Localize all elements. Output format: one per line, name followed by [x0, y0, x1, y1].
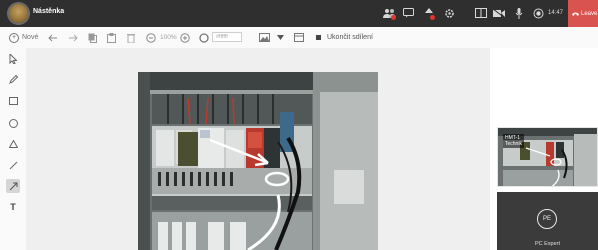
- participants-badge: [391, 15, 396, 20]
- zoom-out-icon[interactable]: [146, 31, 156, 44]
- pencil-tool-icon[interactable]: [6, 72, 20, 86]
- settings-icon[interactable]: [442, 6, 456, 20]
- zoom-level: 100%: [160, 34, 177, 41]
- microphone-icon[interactable]: [512, 6, 526, 20]
- phone-icon: [572, 12, 579, 16]
- clock-time: 14:47: [548, 10, 564, 16]
- new-button[interactable]: + Nové: [9, 31, 38, 44]
- select-tool-icon[interactable]: [6, 52, 20, 66]
- tool-palette: T: [0, 48, 27, 250]
- expert-name-label: PC Expert: [534, 241, 561, 247]
- delete-icon[interactable]: [127, 31, 135, 44]
- paste-icon[interactable]: [107, 31, 116, 44]
- rectangle-tool-icon[interactable]: [6, 94, 20, 108]
- line-tool-icon[interactable]: [6, 158, 20, 172]
- screenshot-icon[interactable]: [294, 31, 304, 44]
- image-icon[interactable]: [259, 31, 270, 44]
- end-share-button[interactable]: Ukončit sdílení: [316, 31, 373, 44]
- stroke-width-icon[interactable]: [199, 31, 209, 44]
- technik-name-label: HMT-1 Technik: [503, 134, 524, 148]
- arrow-tool-icon[interactable]: [6, 179, 20, 193]
- whiteboard-toolbar: + Nové 100% #ffffff Ukončit sdílení: [0, 27, 598, 49]
- leave-label: Leave: [581, 10, 598, 17]
- technik-role: Technik: [505, 141, 522, 147]
- redo-icon[interactable]: [68, 31, 78, 44]
- expert-avatar: PE: [537, 209, 557, 229]
- leave-button[interactable]: Leave: [568, 0, 598, 27]
- ellipse-tool-icon[interactable]: [6, 116, 20, 130]
- title-bar: Nástěnka 14:47 Leave: [0, 0, 598, 27]
- dropdown-arrow-icon[interactable]: [277, 31, 284, 44]
- shared-photo: [138, 72, 378, 250]
- window-title: Nástěnka: [33, 8, 65, 15]
- undo-icon[interactable]: [48, 31, 58, 44]
- color-input[interactable]: #ffffff: [212, 32, 242, 42]
- chat-icon[interactable]: [401, 6, 415, 20]
- plus-icon: +: [9, 32, 19, 43]
- stop-square-icon: [316, 35, 321, 40]
- expert-video-tile[interactable]: PE PC Expert: [497, 192, 598, 250]
- zoom-in-icon[interactable]: [180, 31, 190, 44]
- share-badge: [430, 15, 435, 20]
- app-logo: [9, 4, 28, 23]
- text-tool-icon[interactable]: T: [6, 200, 20, 214]
- triangle-tool-icon[interactable]: [6, 137, 20, 151]
- camera-icon[interactable]: [492, 6, 506, 20]
- copy-icon[interactable]: [88, 31, 97, 44]
- record-icon[interactable]: [531, 6, 545, 20]
- technik-video-tile[interactable]: HMT-1 Technik: [497, 127, 598, 187]
- new-label: Nové: [22, 34, 39, 41]
- end-share-label: Ukončit sdílení: [327, 34, 373, 41]
- layout-icon[interactable]: [474, 6, 488, 20]
